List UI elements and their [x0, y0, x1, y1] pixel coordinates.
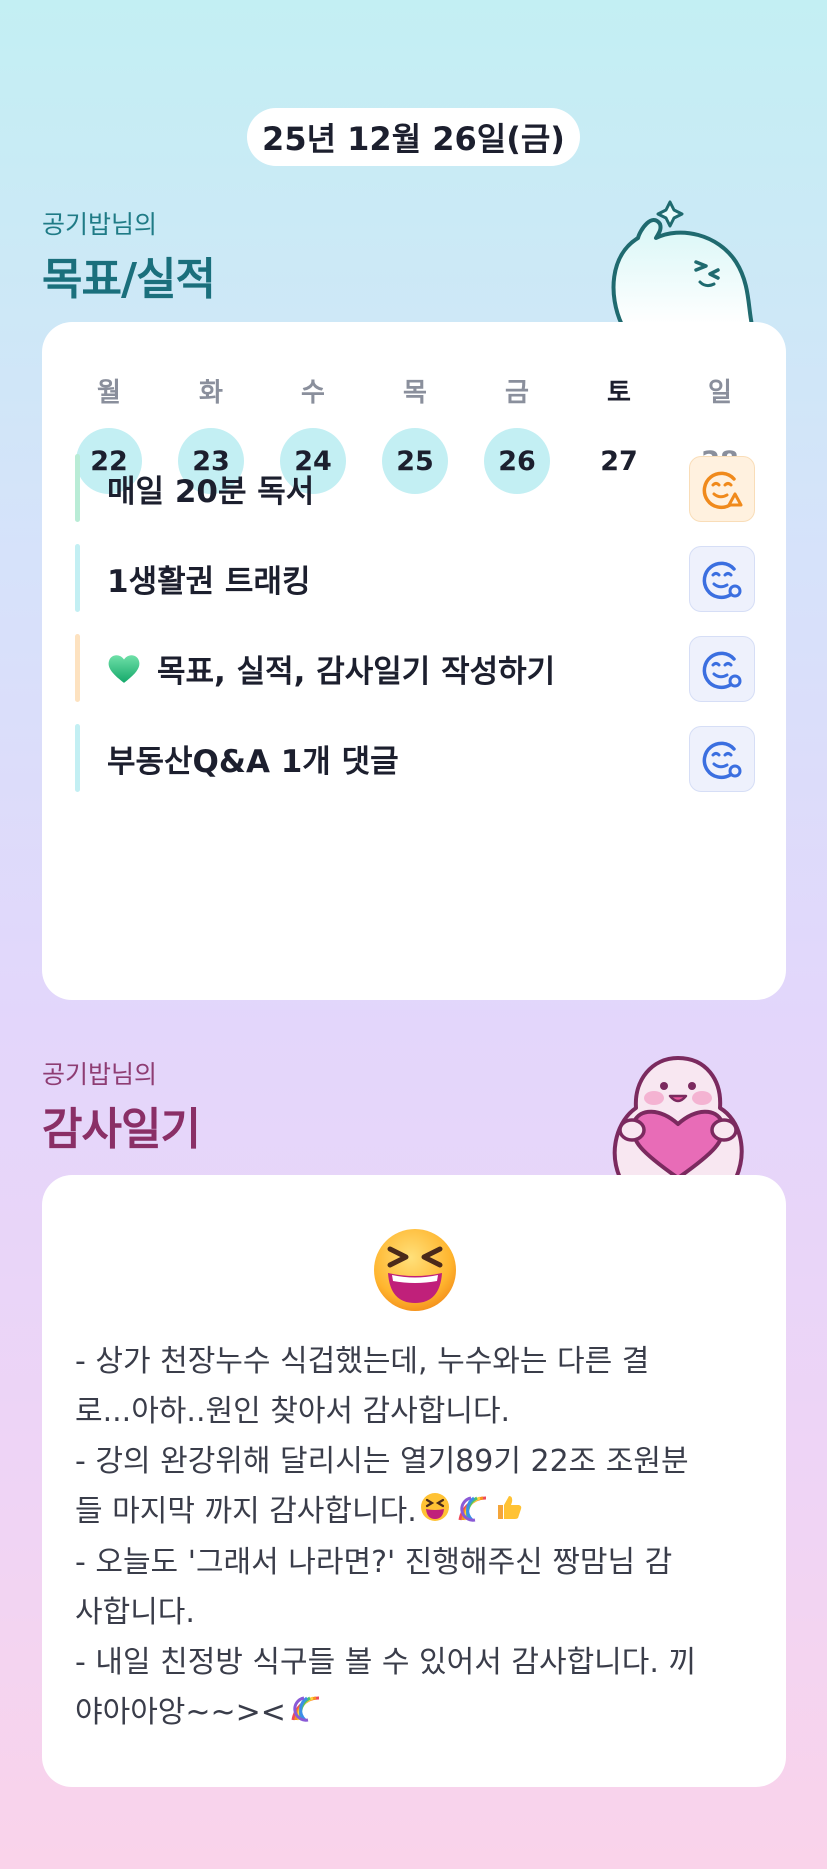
diary-line-text: - 오늘도 '그래서 나라면?' 진행해주신 짱맘님 감	[75, 1544, 673, 1580]
diary-line: 사합니다.	[75, 1588, 765, 1638]
date-label: 25년 12월 26일(금)	[247, 108, 580, 166]
diary-line-text: 사합니다.	[75, 1594, 195, 1630]
diary-line: - 오늘도 '그래서 나라면?' 진행해주신 짱맘님 감	[75, 1538, 765, 1588]
day-name: 화	[199, 378, 223, 408]
goal-section-subtitle: 공기밥님의	[42, 210, 158, 239]
diary-line: - 내일 친정방 식구들 볼 수 있어서 감사합니다. 끼	[75, 1638, 765, 1688]
goal-row[interactable]: 목표, 실적, 감사일기 작성하기	[75, 634, 755, 702]
goal-label: 목표, 실적, 감사일기 작성하기	[157, 653, 556, 690]
goal-row[interactable]: 1생활권 트래킹	[75, 544, 755, 612]
goal-color-bar	[75, 724, 80, 792]
goal-card: 월22화23수24목25금26토27일28 매일 20분 독서1생활권 트래킹목…	[42, 322, 786, 1000]
diary-section-header: 공기밥님의 감사일기	[42, 1055, 201, 1157]
diary-section-subtitle: 공기밥님의	[42, 1060, 158, 1089]
goal-row[interactable]: 부동산Q&A 1개 댓글	[75, 724, 755, 792]
goal-status-button[interactable]	[689, 636, 755, 702]
diary-line-text: 로...아하..원인 찾아서 감사합니다.	[75, 1394, 511, 1429]
day-name: 토	[607, 378, 631, 408]
diary-line: - 강의 완강위해 달리시는 열기89기 22조 조원분	[75, 1437, 765, 1487]
day-name: 수	[301, 378, 325, 408]
goal-color-bar	[75, 634, 80, 702]
day-name: 금	[505, 378, 529, 408]
diary-line-text: - 강의 완강위해 달리시는 열기89기 22조 조원분	[75, 1444, 689, 1479]
goal-color-bar	[75, 454, 80, 522]
mascot-waving-icon	[611, 200, 754, 325]
goal-status-button[interactable]	[689, 726, 755, 792]
day-name: 월	[97, 378, 121, 408]
goal-status-button[interactable]	[689, 456, 755, 522]
diary-line: 야아아앙~~><	[75, 1688, 765, 1739]
goal-status-button[interactable]	[689, 546, 755, 612]
goal-label-wrap: 매일 20분 독서	[107, 454, 314, 522]
goal-label: 1생활권 트래킹	[107, 563, 311, 600]
diary-line-text: 들 마지막 까지 감사합니다.	[75, 1494, 417, 1529]
mascot-heart-icon	[612, 1056, 744, 1178]
goal-label: 매일 20분 독서	[107, 473, 315, 510]
grinning-squinting-face-icon	[420, 1488, 450, 1538]
rainbow-icon	[456, 1488, 488, 1538]
green-heart-icon	[107, 652, 141, 684]
goal-label: 부동산Q&A 1개 댓글	[107, 743, 399, 780]
goal-row[interactable]: 매일 20분 독서	[75, 454, 755, 522]
goal-section-title: 목표/실적	[42, 254, 216, 305]
face-done-icon	[702, 561, 742, 600]
goal-color-bar	[75, 544, 80, 612]
diary-line-text: - 상가 천장누수 식겁했는데, 누수와는 다른 결	[75, 1344, 650, 1379]
diary-card: - 상가 천장누수 식겁했는데, 누수와는 다른 결로...아하..원인 찾아서…	[42, 1175, 786, 1787]
thumbs-up-icon	[494, 1488, 524, 1538]
diary-line: 로...아하..원인 찾아서 감사합니다.	[75, 1387, 765, 1437]
goal-section-header: 공기밥님의 목표/실적	[42, 205, 216, 307]
diary-line-text: 야아아앙~~><	[75, 1694, 286, 1730]
grinning-squinting-face-icon	[374, 1229, 456, 1311]
diary-text: - 상가 천장누수 식겁했는데, 누수와는 다른 결로...아하..원인 찾아서…	[75, 1337, 765, 1738]
face-done-icon	[702, 741, 742, 780]
diary-line: 들 마지막 까지 감사합니다.	[75, 1487, 765, 1538]
goal-label-wrap: 목표, 실적, 감사일기 작성하기	[107, 634, 555, 702]
rainbow-icon	[289, 1688, 321, 1738]
diary-section-title: 감사일기	[42, 1104, 201, 1155]
diary-line-text: - 내일 친정방 식구들 볼 수 있어서 감사합니다. 끼	[75, 1644, 697, 1680]
diary-line: - 상가 천장누수 식겁했는데, 누수와는 다른 결	[75, 1337, 765, 1387]
day-name: 일	[708, 378, 732, 408]
day-name: 목	[403, 378, 427, 408]
goal-label-wrap: 1생활권 트래킹	[107, 544, 310, 612]
face-done-icon	[702, 651, 742, 690]
goal-label-wrap: 부동산Q&A 1개 댓글	[107, 724, 399, 792]
face-warning-icon	[702, 471, 743, 510]
